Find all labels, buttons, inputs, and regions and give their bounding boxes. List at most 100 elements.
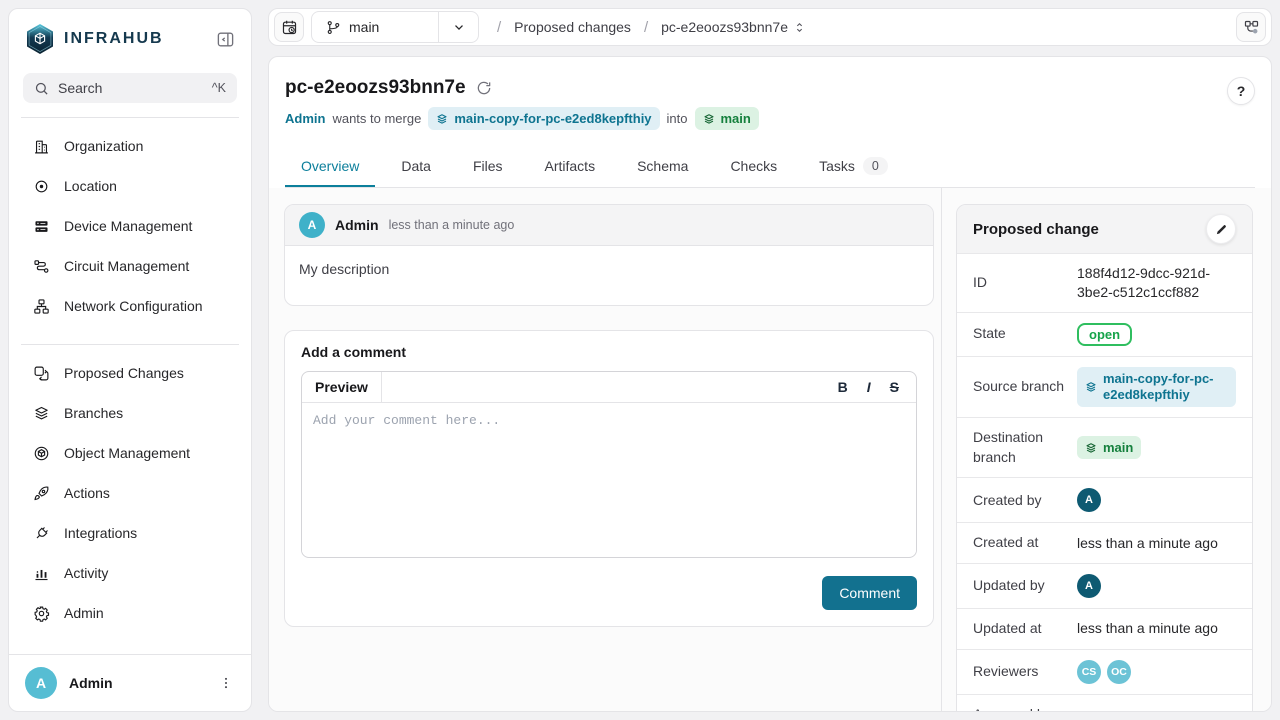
git-compare-icon: [32, 365, 50, 382]
panel-row-updated-at: Updated at less than a minute ago: [957, 608, 1252, 649]
location-icon: [32, 178, 50, 195]
updated-by-avatar[interactable]: A: [1077, 574, 1101, 598]
refresh-icon[interactable]: [476, 80, 492, 96]
breadcrumb-current-label: pc-e2eoozs93bnn7e: [661, 19, 788, 35]
created-by-avatar[interactable]: A: [1077, 488, 1101, 512]
user-menu-icon[interactable]: [217, 673, 235, 693]
sidebar-item-proposed-changes[interactable]: Proposed Changes: [21, 353, 239, 393]
sidebar-item-device-management[interactable]: Device Management: [21, 206, 239, 246]
pencil-icon: [1215, 223, 1228, 236]
breadcrumb-proposed-changes[interactable]: Proposed changes: [514, 19, 631, 35]
comment-header: A Admin less than a minute ago: [285, 205, 933, 246]
tab-files[interactable]: Files: [457, 146, 519, 187]
schema-visualizer-button[interactable]: [1236, 12, 1266, 42]
tab-schema[interactable]: Schema: [621, 146, 704, 187]
sidebar-item-activity[interactable]: Activity: [21, 553, 239, 593]
panel-row-source-branch: Source branch main-copy-for-pc-e2ed8kepf…: [957, 356, 1252, 418]
sidebar-item-label: Circuit Management: [64, 258, 189, 274]
branch-selector-value[interactable]: main: [312, 12, 438, 42]
sidebar-user: A Admin: [9, 654, 251, 711]
sidebar-item-label: Organization: [64, 138, 143, 154]
into-text: into: [667, 111, 688, 126]
preview-tab[interactable]: Preview: [302, 372, 382, 402]
target-branch-name: main: [721, 111, 751, 126]
sidebar-nav-secondary: Proposed Changes Branches Object Managem…: [9, 349, 251, 637]
sidebar-item-integrations[interactable]: Integrations: [21, 513, 239, 553]
tasks-count-badge: 0: [863, 157, 888, 175]
layers-icon: [1085, 442, 1097, 454]
sidebar-item-label: Proposed Changes: [64, 365, 184, 381]
comment-submit-button[interactable]: Comment: [822, 576, 917, 610]
help-button[interactable]: ?: [1227, 77, 1255, 105]
sidebar-item-circuit-management[interactable]: Circuit Management: [21, 246, 239, 286]
app-title: INFRAHUB: [64, 30, 205, 48]
id-value: 188f4d12-9dcc-921d-3be2-c512c1ccf882: [1077, 264, 1236, 302]
layers-icon: [703, 113, 715, 125]
sidebar-header: INFRAHUB: [9, 9, 251, 59]
page-title: pc-e2eoozs93bnn7e: [285, 77, 466, 99]
search-input[interactable]: Search ^K: [23, 73, 237, 103]
branch-selector-caret[interactable]: [438, 12, 478, 42]
content-area: A Admin less than a minute ago My descri…: [269, 188, 1271, 711]
panel-row-id: ID 188f4d12-9dcc-921d-3be2-c512c1ccf882: [957, 253, 1252, 312]
comment-textarea[interactable]: [302, 403, 916, 554]
time-travel-button[interactable]: [274, 12, 304, 42]
target-branch-badge[interactable]: main: [695, 107, 759, 130]
chevron-down-icon: [452, 20, 466, 34]
layers-icon: [1085, 381, 1097, 393]
bar-chart-icon: [32, 565, 50, 582]
sidebar-item-label: Activity: [64, 565, 108, 581]
layers-icon: [32, 405, 50, 422]
italic-icon[interactable]: I: [867, 379, 871, 395]
bold-icon[interactable]: B: [838, 379, 848, 395]
breadcrumb-current[interactable]: pc-e2eoozs93bnn7e: [661, 19, 806, 35]
sidebar-item-object-management[interactable]: Object Management: [21, 433, 239, 473]
panel-row-destination-branch: Destination branch main: [957, 417, 1252, 477]
tab-artifacts[interactable]: Artifacts: [529, 146, 612, 187]
layers-icon: [436, 113, 448, 125]
branch-selector[interactable]: main: [311, 11, 479, 43]
sidebar: INFRAHUB Search ^K Organization: [8, 8, 252, 712]
tab-overview[interactable]: Overview: [285, 146, 375, 187]
breadcrumb: / Proposed changes / pc-e2eoozs93bnn7e: [497, 19, 806, 36]
breadcrumb-separator: /: [497, 19, 501, 36]
main-panel: pc-e2eoozs93bnn7e ? Admin wants to merge…: [268, 56, 1272, 712]
sidebar-item-location[interactable]: Location: [21, 166, 239, 206]
tab-data[interactable]: Data: [385, 146, 447, 187]
strikethrough-icon[interactable]: S: [890, 379, 899, 395]
panel-header: Proposed change: [957, 205, 1252, 253]
author-link[interactable]: Admin: [285, 111, 325, 126]
infrahub-logo: [25, 23, 55, 55]
source-branch-name: main-copy-for-pc-e2ed8kepfthiy: [454, 111, 651, 126]
tab-tasks[interactable]: Tasks 0: [803, 146, 904, 187]
sidebar-item-label: Actions: [64, 485, 110, 501]
reviewer-avatar[interactable]: OC: [1107, 660, 1131, 684]
collapse-sidebar-icon[interactable]: [214, 28, 237, 51]
sidebar-nav-primary: Organization Location Device Management: [9, 122, 251, 330]
source-branch-badge[interactable]: main-copy-for-pc-e2ed8kepfthiy: [1077, 367, 1236, 408]
sidebar-item-network-configuration[interactable]: Network Configuration: [21, 286, 239, 326]
sidebar-item-label: Admin: [64, 605, 104, 621]
panel-row-updated-by: Updated by A: [957, 563, 1252, 608]
sidebar-item-actions[interactable]: Actions: [21, 473, 239, 513]
branch-name: main: [349, 19, 379, 35]
search-icon: [34, 81, 49, 96]
comment: A Admin less than a minute ago My descri…: [284, 204, 934, 306]
source-branch-badge[interactable]: main-copy-for-pc-e2ed8kepfthiy: [428, 107, 659, 130]
sidebar-item-label: Network Configuration: [64, 298, 203, 314]
panel-row-reviewers: Reviewers CS OC: [957, 649, 1252, 694]
building-icon: [32, 138, 50, 155]
comment-body: My description: [285, 246, 933, 305]
route-icon: [32, 258, 50, 275]
sidebar-item-organization[interactable]: Organization: [21, 126, 239, 166]
tab-checks[interactable]: Checks: [714, 146, 793, 187]
sidebar-item-admin[interactable]: Admin: [21, 593, 239, 633]
destination-branch-badge[interactable]: main: [1077, 436, 1141, 459]
reviewer-avatar[interactable]: CS: [1077, 660, 1101, 684]
edit-button[interactable]: [1206, 214, 1236, 244]
comment-timestamp: less than a minute ago: [389, 218, 515, 232]
merge-summary: Admin wants to merge main-copy-for-pc-e2…: [285, 107, 1255, 130]
sidebar-item-branches[interactable]: Branches: [21, 393, 239, 433]
git-branch-icon: [326, 20, 341, 35]
user-avatar: A: [25, 667, 57, 699]
